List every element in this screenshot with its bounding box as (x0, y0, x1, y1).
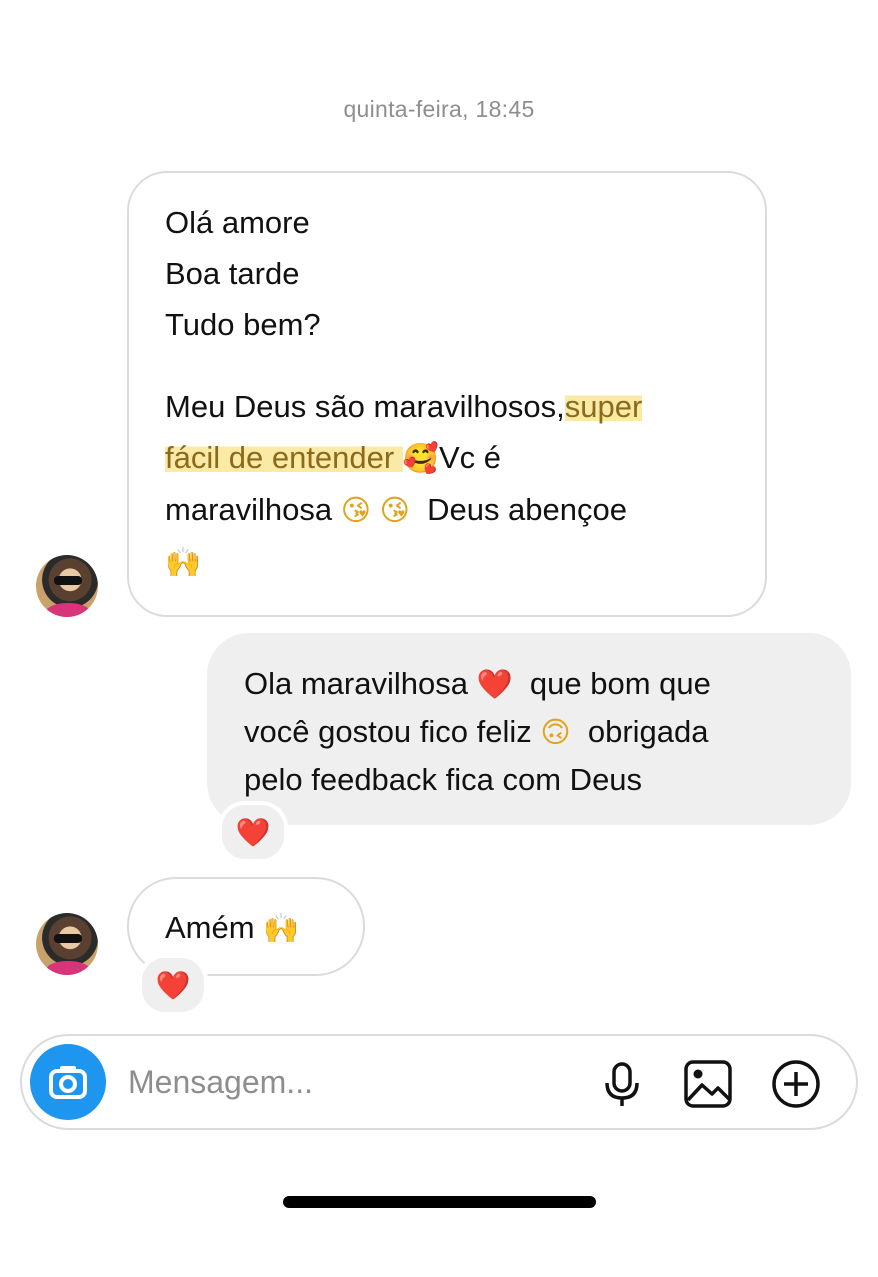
message-input[interactable]: Mensagem... (128, 1064, 313, 1101)
microphone-icon[interactable] (596, 1058, 648, 1110)
heart-icon: ❤️ (235, 815, 271, 849)
message-line: Boa tarde (165, 256, 300, 291)
highlighted-text: super (564, 389, 643, 424)
message-line: fácil de entender 🥰Vc é (165, 440, 501, 475)
message-text: Amém 🙌 (165, 902, 363, 954)
outgoing-message[interactable]: Ola maravilhosa ❤️ que bom que você gosto… (207, 633, 851, 825)
camera-icon (49, 1066, 87, 1099)
camera-button[interactable] (30, 1044, 106, 1120)
gallery-icon[interactable] (682, 1058, 734, 1110)
message-text: Ola maravilhosa ❤️ que bom que você gosto… (244, 660, 831, 803)
incoming-message[interactable]: Olá amore Boa tarde Tudo bem? Meu Deus são … (127, 171, 767, 617)
message-line: Amém 🙌 (165, 910, 300, 945)
message-line: você gostou fico feliz 🙃 obrigada (244, 714, 709, 749)
heart-reaction[interactable]: ❤️ (138, 954, 208, 1016)
message-line: 🙌 (165, 536, 735, 588)
message-text: Olá amore Boa tarde Tudo bem? Meu Deus são … (165, 197, 735, 588)
message-line: Tudo bem? (165, 307, 321, 342)
home-indicator (283, 1196, 596, 1208)
emoji-icon: 🥰 (402, 441, 439, 475)
message-line: maravilhosa 😘 😘 Deus abençoe (165, 492, 627, 527)
heart-icon: ❤️ (155, 968, 191, 1002)
emoji-icon: 🙃 (540, 715, 571, 749)
add-circle-icon[interactable] (770, 1058, 822, 1110)
message-line: pelo feedback fica com Deus (244, 762, 643, 797)
emoji-icon: 🙌 (165, 545, 202, 579)
message-line: Olá amore (165, 205, 310, 240)
emoji-icon: ❤️ (476, 667, 513, 701)
heart-reaction[interactable]: ❤️ (218, 801, 288, 863)
thread-timestamp: quinta-feira, 18:45 (343, 96, 535, 122)
emoji-icon: 😘 (340, 493, 371, 527)
emoji-icon: 🙌 (263, 911, 300, 945)
message-line: Ola maravilhosa ❤️ que bom que (244, 666, 711, 701)
message-composer: Mensagem... (20, 1034, 858, 1130)
emoji-icon: 😘 (379, 493, 410, 527)
message-line (165, 350, 735, 381)
highlighted-text: fácil de entender (165, 440, 403, 475)
message-line: Meu Deus são maravilhosos,super (165, 389, 643, 424)
avatar[interactable] (36, 555, 98, 617)
avatar[interactable] (36, 913, 98, 975)
